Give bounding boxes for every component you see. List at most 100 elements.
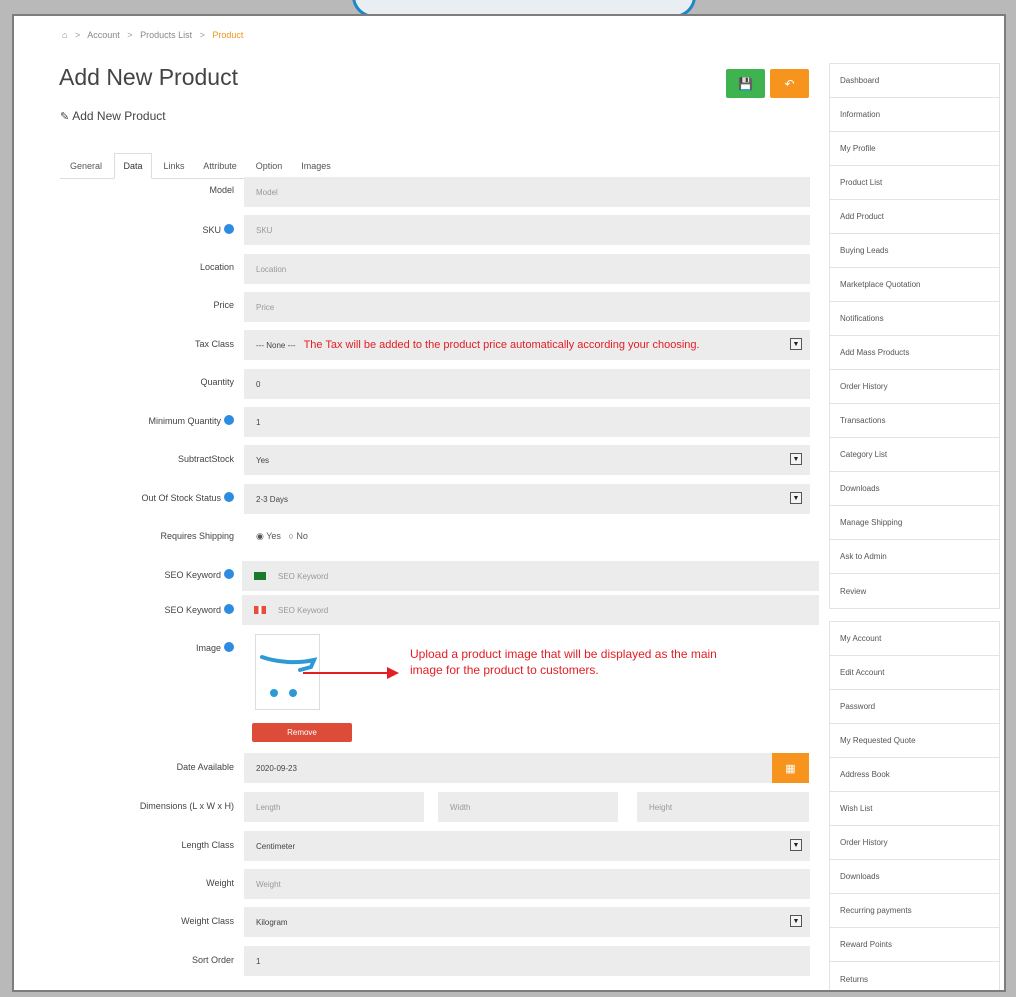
- sidebar-item-downloads[interactable]: Downloads: [830, 472, 999, 506]
- sidebar-item-my-requested-quote[interactable]: My Requested Quote: [830, 724, 999, 758]
- seo-keyword-placeholder: SEO Keyword: [278, 605, 329, 615]
- price-label: Price: [213, 300, 234, 310]
- breadcrumb-products-list[interactable]: Products List: [140, 30, 192, 40]
- minimum-quantity-label: Minimum Quantity: [44, 415, 234, 426]
- sidebar-item-manage-shipping[interactable]: Manage Shipping: [830, 506, 999, 540]
- length-class-select[interactable]: Centimeter ▼: [244, 831, 810, 861]
- seo-keyword-label-1: SEO Keyword: [44, 569, 234, 580]
- sort-order-input[interactable]: 1: [244, 946, 810, 976]
- calendar-button[interactable]: ▦: [772, 753, 809, 783]
- save-icon: 💾: [738, 76, 753, 91]
- seo-keyword-label-text: SEO Keyword: [164, 570, 221, 580]
- sidebar-item-information[interactable]: Information: [830, 98, 999, 132]
- minimum-quantity-label-text: Minimum Quantity: [148, 416, 221, 426]
- weight-class-select[interactable]: Kilogram ▼: [244, 907, 810, 937]
- sidebar-item-address-book[interactable]: Address Book: [830, 758, 999, 792]
- date-available-input[interactable]: 2020-09-23: [244, 753, 772, 783]
- minimum-quantity-input[interactable]: 1: [244, 407, 810, 437]
- info-icon: [224, 415, 234, 425]
- out-of-stock-status-label: Out Of Stock Status: [44, 492, 234, 503]
- seo-keyword-placeholder: SEO Keyword: [278, 571, 329, 581]
- sidebar-item-my-account[interactable]: My Account: [830, 622, 999, 656]
- flag-icon-english: [254, 606, 266, 614]
- info-icon: [224, 492, 234, 502]
- remove-image-button[interactable]: Remove: [252, 723, 352, 742]
- sidebar-item-my-profile[interactable]: My Profile: [830, 132, 999, 166]
- sidebar-item-buying-leads[interactable]: Buying Leads: [830, 234, 999, 268]
- tax-class-select[interactable]: --- None --- The Tax will be added to th…: [244, 330, 810, 360]
- panel-heading: ✎ Add New Product: [60, 109, 166, 123]
- back-button[interactable]: ↶: [770, 69, 809, 98]
- weight-class-value: Kilogram: [256, 917, 288, 927]
- sidebar-item-wish-list[interactable]: Wish List: [830, 792, 999, 826]
- subtract-stock-select[interactable]: Yes ▼: [244, 445, 810, 475]
- calendar-icon: ▦: [785, 762, 796, 775]
- breadcrumb: ⌂ > Account > Products List > Product: [62, 30, 243, 40]
- sidebar-item-returns[interactable]: Returns: [830, 962, 999, 990]
- sidebar-item-downloads[interactable]: Downloads: [830, 860, 999, 894]
- tab-data[interactable]: Data: [114, 153, 152, 179]
- sidebar-item-category-list[interactable]: Category List: [830, 438, 999, 472]
- breadcrumb-account[interactable]: Account: [87, 30, 120, 40]
- height-input[interactable]: Height: [637, 792, 809, 822]
- sidebar-item-add-mass-products[interactable]: Add Mass Products: [830, 336, 999, 370]
- sidebar-account-menu: My Account Edit Account Password My Requ…: [829, 621, 1000, 990]
- sidebar-item-password[interactable]: Password: [830, 690, 999, 724]
- sku-input[interactable]: SKU: [244, 215, 810, 245]
- tab-general[interactable]: General: [60, 153, 112, 179]
- weight-class-label: Weight Class: [181, 916, 234, 926]
- sidebar-item-order-history[interactable]: Order History: [830, 370, 999, 404]
- length-class-value: Centimeter: [256, 841, 296, 851]
- panel-heading-text: Add New Product: [72, 109, 166, 123]
- location-input[interactable]: Location: [244, 254, 810, 284]
- tab-images[interactable]: Images: [294, 153, 338, 179]
- chevron-down-icon: ▼: [790, 915, 802, 927]
- subtract-stock-label: SubtractStock: [177, 454, 234, 464]
- breadcrumb-product[interactable]: Product: [212, 30, 243, 40]
- tab-attribute[interactable]: Attribute: [196, 153, 244, 179]
- sidebar-item-add-product[interactable]: Add Product: [830, 200, 999, 234]
- sidebar-item-transactions[interactable]: Transactions: [830, 404, 999, 438]
- image-annotation: Upload a product image that will be disp…: [410, 647, 717, 677]
- width-input[interactable]: Width: [438, 792, 618, 822]
- dimensions-label: Dimensions (L x W x H): [139, 801, 234, 811]
- sidebar-item-notifications[interactable]: Notifications: [830, 302, 999, 336]
- model-label: Model: [209, 185, 234, 195]
- sidebar-item-product-list[interactable]: Product List: [830, 166, 999, 200]
- tab-bar: General Data Links Attribute Option Imag…: [60, 153, 810, 179]
- tax-class-label: Tax Class: [194, 339, 234, 349]
- info-icon: [224, 224, 234, 234]
- tab-links[interactable]: Links: [156, 153, 192, 179]
- sidebar-item-reward-points[interactable]: Reward Points: [830, 928, 999, 962]
- page-frame: ⌂ > Account > Products List > Product Ad…: [12, 14, 1006, 992]
- weight-input[interactable]: Weight: [244, 869, 810, 899]
- sidebar-item-review[interactable]: Review: [830, 574, 999, 608]
- sidebar-item-marketplace-quotation[interactable]: Marketplace Quotation: [830, 268, 999, 302]
- tab-option[interactable]: Option: [248, 153, 290, 179]
- sidebar-item-recurring-payments[interactable]: Recurring payments: [830, 894, 999, 928]
- home-icon[interactable]: ⌂: [62, 30, 67, 40]
- seo-keyword-input-2[interactable]: SEO Keyword: [242, 595, 819, 625]
- out-of-stock-status-select[interactable]: 2-3 Days ▼: [244, 484, 810, 514]
- length-input[interactable]: Length: [244, 792, 424, 822]
- info-icon: [224, 604, 234, 614]
- chevron-down-icon: ▼: [790, 338, 802, 350]
- breadcrumb-separator: >: [199, 30, 205, 40]
- sidebar-seller-menu: Dashboard Information My Profile Product…: [829, 63, 1000, 609]
- sidebar-item-ask-to-admin[interactable]: Ask to Admin: [830, 540, 999, 574]
- annotation-arrow: [303, 667, 399, 679]
- sidebar-item-dashboard[interactable]: Dashboard: [830, 64, 999, 98]
- price-input[interactable]: Price: [244, 292, 810, 322]
- sidebar-item-order-history[interactable]: Order History: [830, 826, 999, 860]
- radio-no[interactable]: ○: [288, 531, 293, 541]
- quantity-input[interactable]: 0: [244, 369, 810, 399]
- seo-keyword-input-1[interactable]: SEO Keyword: [242, 561, 819, 591]
- sidebar-item-edit-account[interactable]: Edit Account: [830, 656, 999, 690]
- save-button[interactable]: 💾: [726, 69, 765, 98]
- out-of-stock-status-label-text: Out Of Stock Status: [141, 493, 221, 503]
- weight-label: Weight: [206, 878, 234, 888]
- model-input[interactable]: Model: [244, 177, 810, 207]
- chevron-down-icon: ▼: [790, 492, 802, 504]
- radio-yes[interactable]: ◉: [256, 531, 264, 541]
- location-label: Location: [199, 262, 234, 272]
